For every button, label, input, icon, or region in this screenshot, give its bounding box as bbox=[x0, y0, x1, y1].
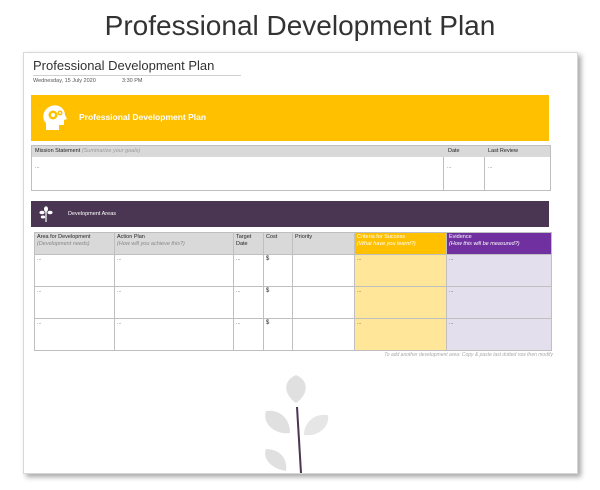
head-gears-icon bbox=[43, 105, 67, 130]
col-priority: Priority bbox=[292, 232, 355, 255]
last-review-value: ... bbox=[488, 164, 493, 170]
col-target-date: Target Date bbox=[233, 232, 264, 255]
col-evidence: Evidence (How this will be measured?) bbox=[446, 232, 552, 255]
target-date-cell[interactable]: ... bbox=[233, 286, 264, 319]
criteria-cell[interactable]: ... bbox=[354, 254, 447, 287]
col-action-plan: Action Plan (How will you achieve this?) bbox=[114, 232, 234, 255]
mission-label: Mission Statement bbox=[35, 148, 81, 154]
doc-date: Wednesday, 15 July 2020 bbox=[33, 78, 96, 84]
last-review-cell[interactable]: ... bbox=[485, 157, 549, 190]
tree-icon bbox=[39, 206, 53, 222]
criteria-cell[interactable]: ... bbox=[354, 318, 447, 351]
priority-cell[interactable] bbox=[292, 286, 355, 319]
table-row: ... ... ... $ ... ... bbox=[34, 254, 552, 287]
cost-cell[interactable]: $ bbox=[263, 318, 293, 351]
mission-header: Mission Statement (Summarize your goals)… bbox=[32, 146, 550, 157]
evidence-cell[interactable]: ... bbox=[446, 286, 552, 319]
slide-title: Professional Development Plan bbox=[104, 10, 496, 41]
development-areas-table: Area for Development (Development needs) … bbox=[34, 232, 552, 351]
doc-time: 3:30 PM bbox=[122, 78, 143, 84]
mission-label-wrap: Mission Statement (Summarize your goals) bbox=[35, 148, 140, 154]
action-plan-cell[interactable]: ... bbox=[114, 318, 234, 351]
evidence-cell[interactable]: ... bbox=[446, 318, 552, 351]
target-date-cell[interactable]: ... bbox=[233, 254, 264, 287]
target-date-cell[interactable]: ... bbox=[233, 318, 264, 351]
priority-cell[interactable] bbox=[292, 254, 355, 287]
area-cell[interactable]: ... bbox=[34, 254, 115, 287]
date-value: ... bbox=[447, 164, 452, 170]
table-header-row: Area for Development (Development needs) … bbox=[34, 232, 552, 255]
criteria-cell[interactable]: ... bbox=[354, 286, 447, 319]
area-cell[interactable]: ... bbox=[34, 286, 115, 319]
development-areas-title: Development Areas bbox=[68, 211, 116, 217]
doc-title: Professional Development Plan bbox=[33, 58, 215, 73]
plan-banner: Professional Development Plan bbox=[31, 95, 549, 141]
col-area: Area for Development (Development needs) bbox=[34, 232, 115, 255]
mission-table: Mission Statement (Summarize your goals)… bbox=[31, 145, 551, 191]
col-cost: Cost bbox=[263, 232, 293, 255]
date-label: Date bbox=[448, 148, 460, 154]
mission-hint: (Summarize your goals) bbox=[81, 148, 141, 154]
col-criteria: Criteria for Success (What have you learn… bbox=[354, 232, 447, 255]
evidence-cell[interactable]: ... bbox=[446, 254, 552, 287]
title-divider bbox=[33, 75, 241, 76]
document-page: Professional Development Plan Wednesday,… bbox=[23, 52, 578, 474]
area-cell[interactable]: ... bbox=[34, 318, 115, 351]
date-cell[interactable]: ... bbox=[444, 157, 485, 190]
action-plan-cell[interactable]: ... bbox=[114, 286, 234, 319]
last-review-label: Last Review bbox=[488, 148, 518, 154]
cost-cell[interactable]: $ bbox=[263, 286, 293, 319]
tree-watermark-icon bbox=[265, 375, 329, 473]
mission-statement-value: ... bbox=[35, 164, 40, 170]
mission-statement-cell[interactable]: ... bbox=[32, 157, 444, 190]
development-areas-banner: Development Areas bbox=[31, 201, 549, 227]
priority-cell[interactable] bbox=[292, 318, 355, 351]
banner-title: Professional Development Plan bbox=[79, 112, 207, 122]
cost-cell[interactable]: $ bbox=[263, 254, 293, 287]
table-row: ... ... ... $ ... ... bbox=[34, 286, 552, 319]
table-row: ... ... ... $ ... ... bbox=[34, 318, 552, 351]
footnote: To add another development area: Copy & … bbox=[384, 352, 553, 358]
action-plan-cell[interactable]: ... bbox=[114, 254, 234, 287]
